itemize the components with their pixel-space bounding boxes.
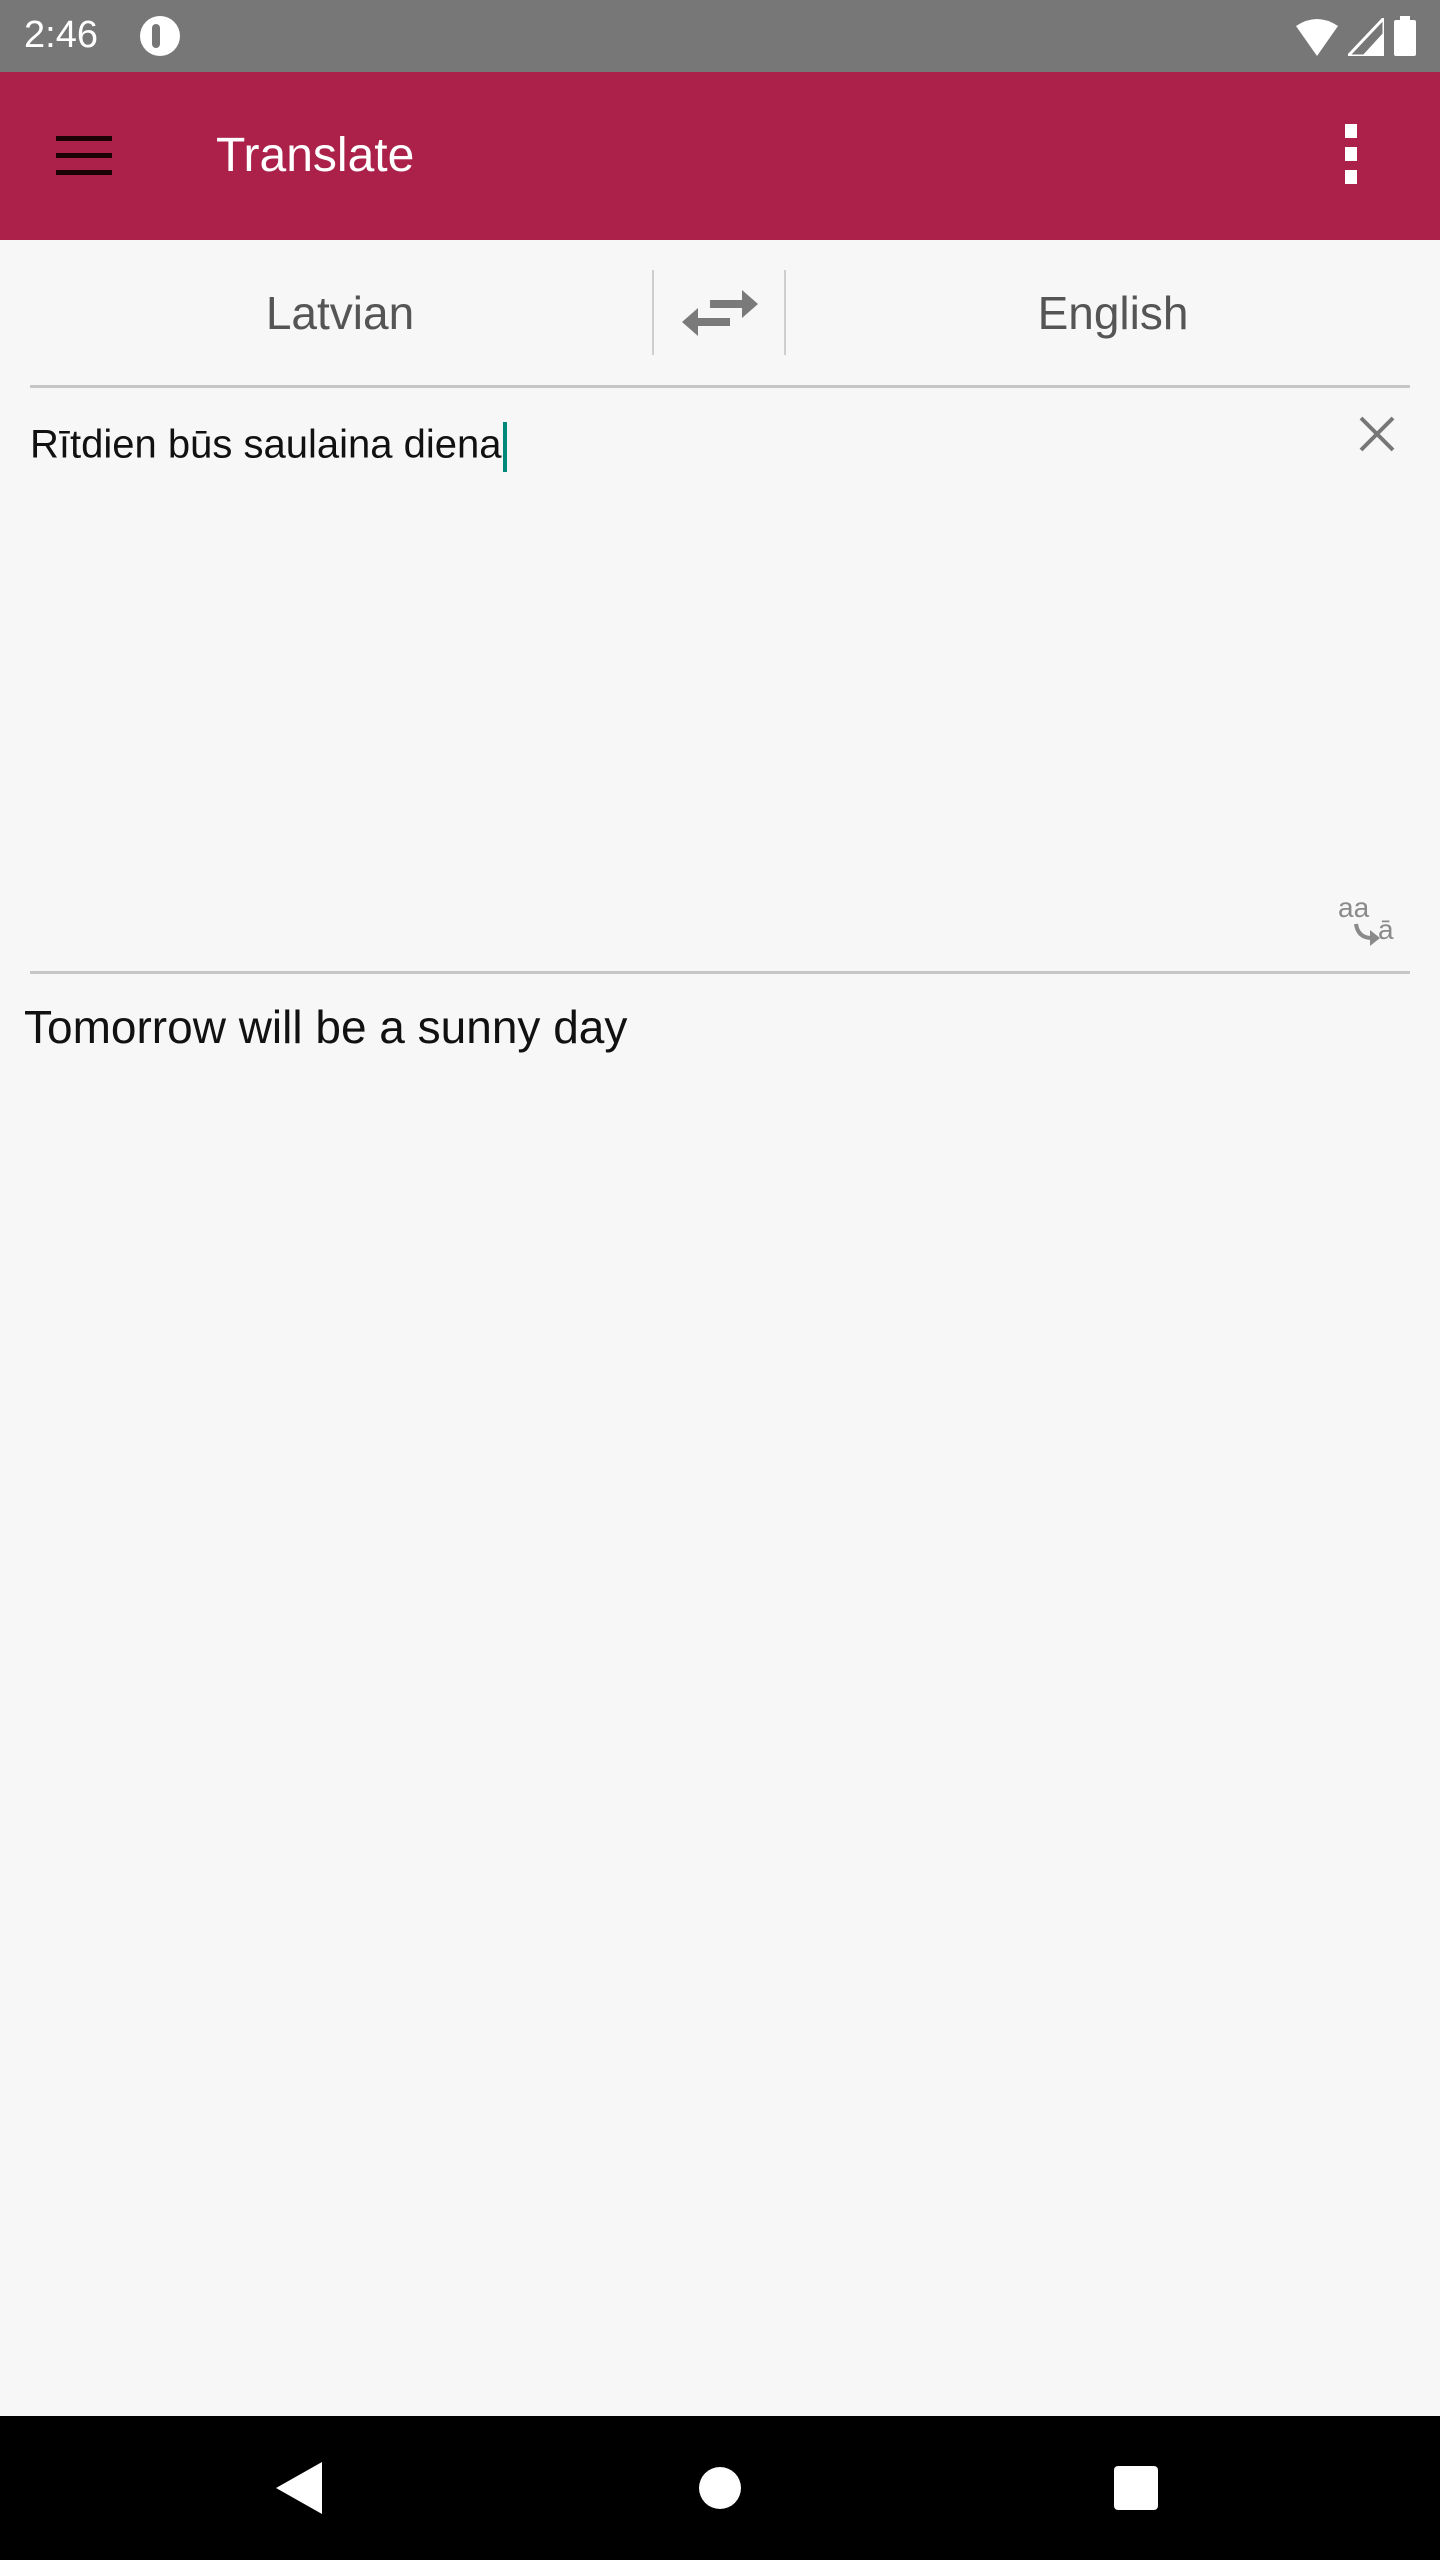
recents-icon[interactable] <box>1114 2466 1158 2510</box>
divider <box>30 971 1410 974</box>
target-language-button[interactable]: English <box>786 286 1440 340</box>
navigation-bar <box>0 2416 1440 2560</box>
source-language-button[interactable]: Latvian <box>30 286 650 340</box>
signal-icon <box>1348 18 1384 56</box>
translation-output: Tomorrow will be a sunny day <box>24 1001 628 1053</box>
language-selector: Latvian English <box>0 270 1440 355</box>
swap-languages-icon[interactable] <box>680 290 760 336</box>
wifi-icon <box>1296 19 1338 56</box>
back-icon[interactable] <box>276 2462 322 2514</box>
notification-icon <box>140 16 180 56</box>
text-caret <box>503 422 508 472</box>
divider <box>30 385 1410 388</box>
battery-icon <box>1394 16 1416 56</box>
more-options-icon[interactable] <box>1345 124 1365 188</box>
divider <box>652 270 654 355</box>
home-icon[interactable] <box>698 2466 742 2510</box>
menu-icon[interactable] <box>56 136 112 176</box>
page-title: Translate <box>216 129 415 182</box>
source-text-value: Rītdien būs saulaina diena <box>30 422 502 467</box>
status-time: 2:46 <box>24 14 98 56</box>
transliteration-to: ā <box>1378 914 1394 945</box>
clear-icon[interactable] <box>1356 413 1398 455</box>
app-bar: Translate <box>0 72 1440 240</box>
status-bar: 2:46 <box>0 0 1440 72</box>
source-text-input[interactable]: Rītdien būs saulaina diena <box>30 422 508 472</box>
